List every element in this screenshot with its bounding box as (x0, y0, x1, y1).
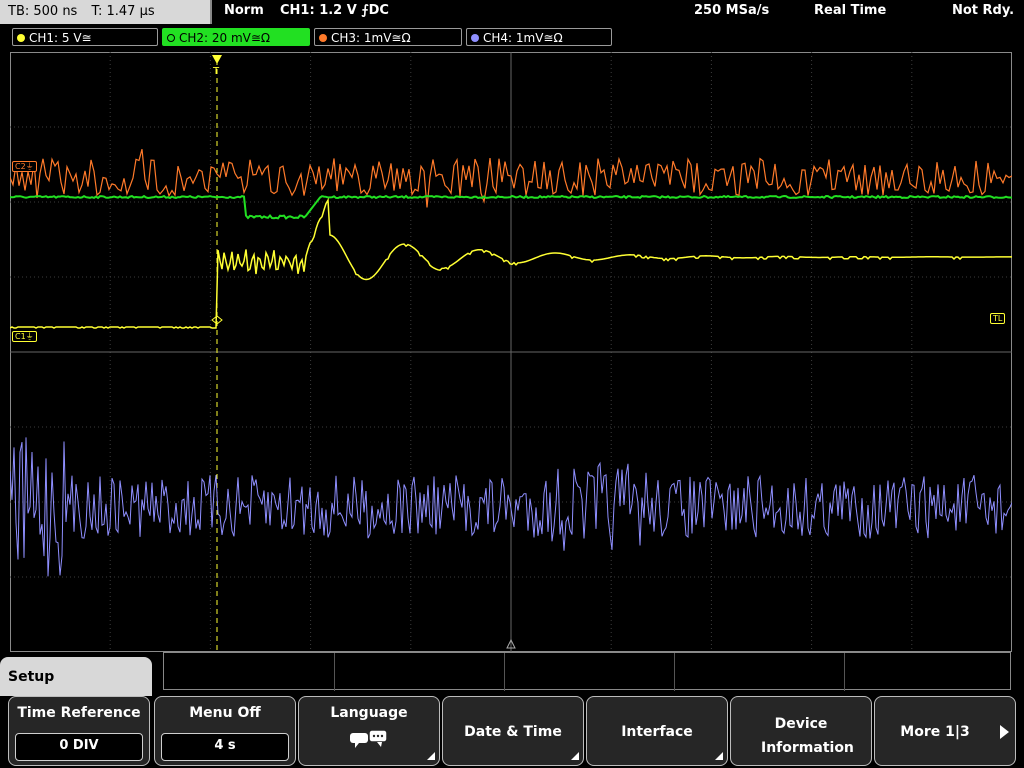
strip-divider (844, 653, 845, 691)
channel-3-label: CH3: 1mV≅Ω (331, 31, 411, 45)
channel-1-label: CH1: 5 V≅ (29, 31, 92, 45)
time-reference-value: 0 DIV (15, 733, 143, 761)
channel-2-offset-marker[interactable]: C2⏚ (12, 161, 37, 172)
trigger-time: T: 1.47 µs (91, 4, 155, 19)
time-reference-button[interactable]: Time Reference 0 DIV (8, 696, 150, 766)
channel-2-dot-icon (167, 33, 175, 42)
language-button[interactable]: Language (298, 696, 440, 766)
more-button[interactable]: More 1|3 (874, 696, 1016, 766)
timebase: TB: 500 ns (8, 4, 78, 19)
time-reference-label: Time Reference (17, 705, 141, 721)
trigger-level-marker[interactable]: TL (990, 313, 1006, 324)
channel-3-tab[interactable]: CH3: 1mV≅Ω (314, 28, 462, 46)
menu-title-tab: Setup (0, 657, 152, 697)
trigger-info[interactable]: CH1: 1.2 V ⨍DC (280, 3, 389, 18)
waveform-display[interactable]: T (10, 52, 1012, 652)
interface-button[interactable]: Interface (586, 696, 728, 766)
device-information-label: Device Information (761, 716, 854, 756)
channel-4-tab[interactable]: CH4: 1mV≅Ω (466, 28, 612, 46)
acquisition-mode[interactable]: Real Time (814, 3, 886, 18)
channel-1-tab[interactable]: CH1: 5 V≅ (12, 28, 158, 46)
device-information-button[interactable]: Device Information (730, 696, 872, 766)
channel-bar: CH1: 5 V≅ CH2: 20 mV≅Ω CH3: 1mV≅Ω CH4: 1… (0, 26, 1024, 48)
next-arrow-icon (1000, 725, 1009, 739)
date-time-label: Date & Time (464, 724, 562, 740)
strip-divider (334, 653, 335, 691)
softkey-bar: Time Reference 0 DIV Menu Off 4 s Langua… (0, 696, 1024, 768)
sample-rate: 250 MSa/s (694, 3, 770, 18)
channel-3-dot-icon (319, 33, 327, 42)
strip-divider (674, 653, 675, 691)
acquisition-status: Not Rdy. (952, 3, 1015, 18)
trigger-marker-label: T (212, 66, 220, 77)
channel-1-dot-icon (17, 33, 25, 42)
more-label: More 1|3 (900, 724, 970, 740)
measurement-strip (163, 652, 1011, 691)
menu-off-button[interactable]: Menu Off 4 s (154, 696, 296, 766)
interface-label: Interface (621, 724, 693, 740)
trigger-mode[interactable]: Norm (224, 3, 264, 18)
channel-2-label: CH2: 20 mV≅Ω (179, 31, 271, 45)
status-bar: TB: 500 ns T: 1.47 µs Norm CH1: 1.2 V ⨍D… (0, 0, 1024, 24)
channel-1-offset-marker[interactable]: C1⏚ (12, 331, 37, 342)
submenu-triangle-icon (715, 752, 723, 760)
timebase-box[interactable]: TB: 500 ns T: 1.47 µs (0, 0, 212, 24)
menu-off-label: Menu Off (189, 705, 261, 721)
submenu-triangle-icon (571, 752, 579, 760)
speech-bubble-icon (350, 729, 388, 748)
menu-off-value: 4 s (161, 733, 289, 761)
channel-2-tab[interactable]: CH2: 20 mV≅Ω (162, 28, 310, 46)
language-label: Language (330, 705, 408, 721)
channel-4-label: CH4: 1mV≅Ω (483, 31, 563, 45)
strip-divider (504, 653, 505, 691)
date-time-button[interactable]: Date & Time (442, 696, 584, 766)
channel-4-dot-icon (471, 33, 479, 42)
submenu-triangle-icon (427, 752, 435, 760)
